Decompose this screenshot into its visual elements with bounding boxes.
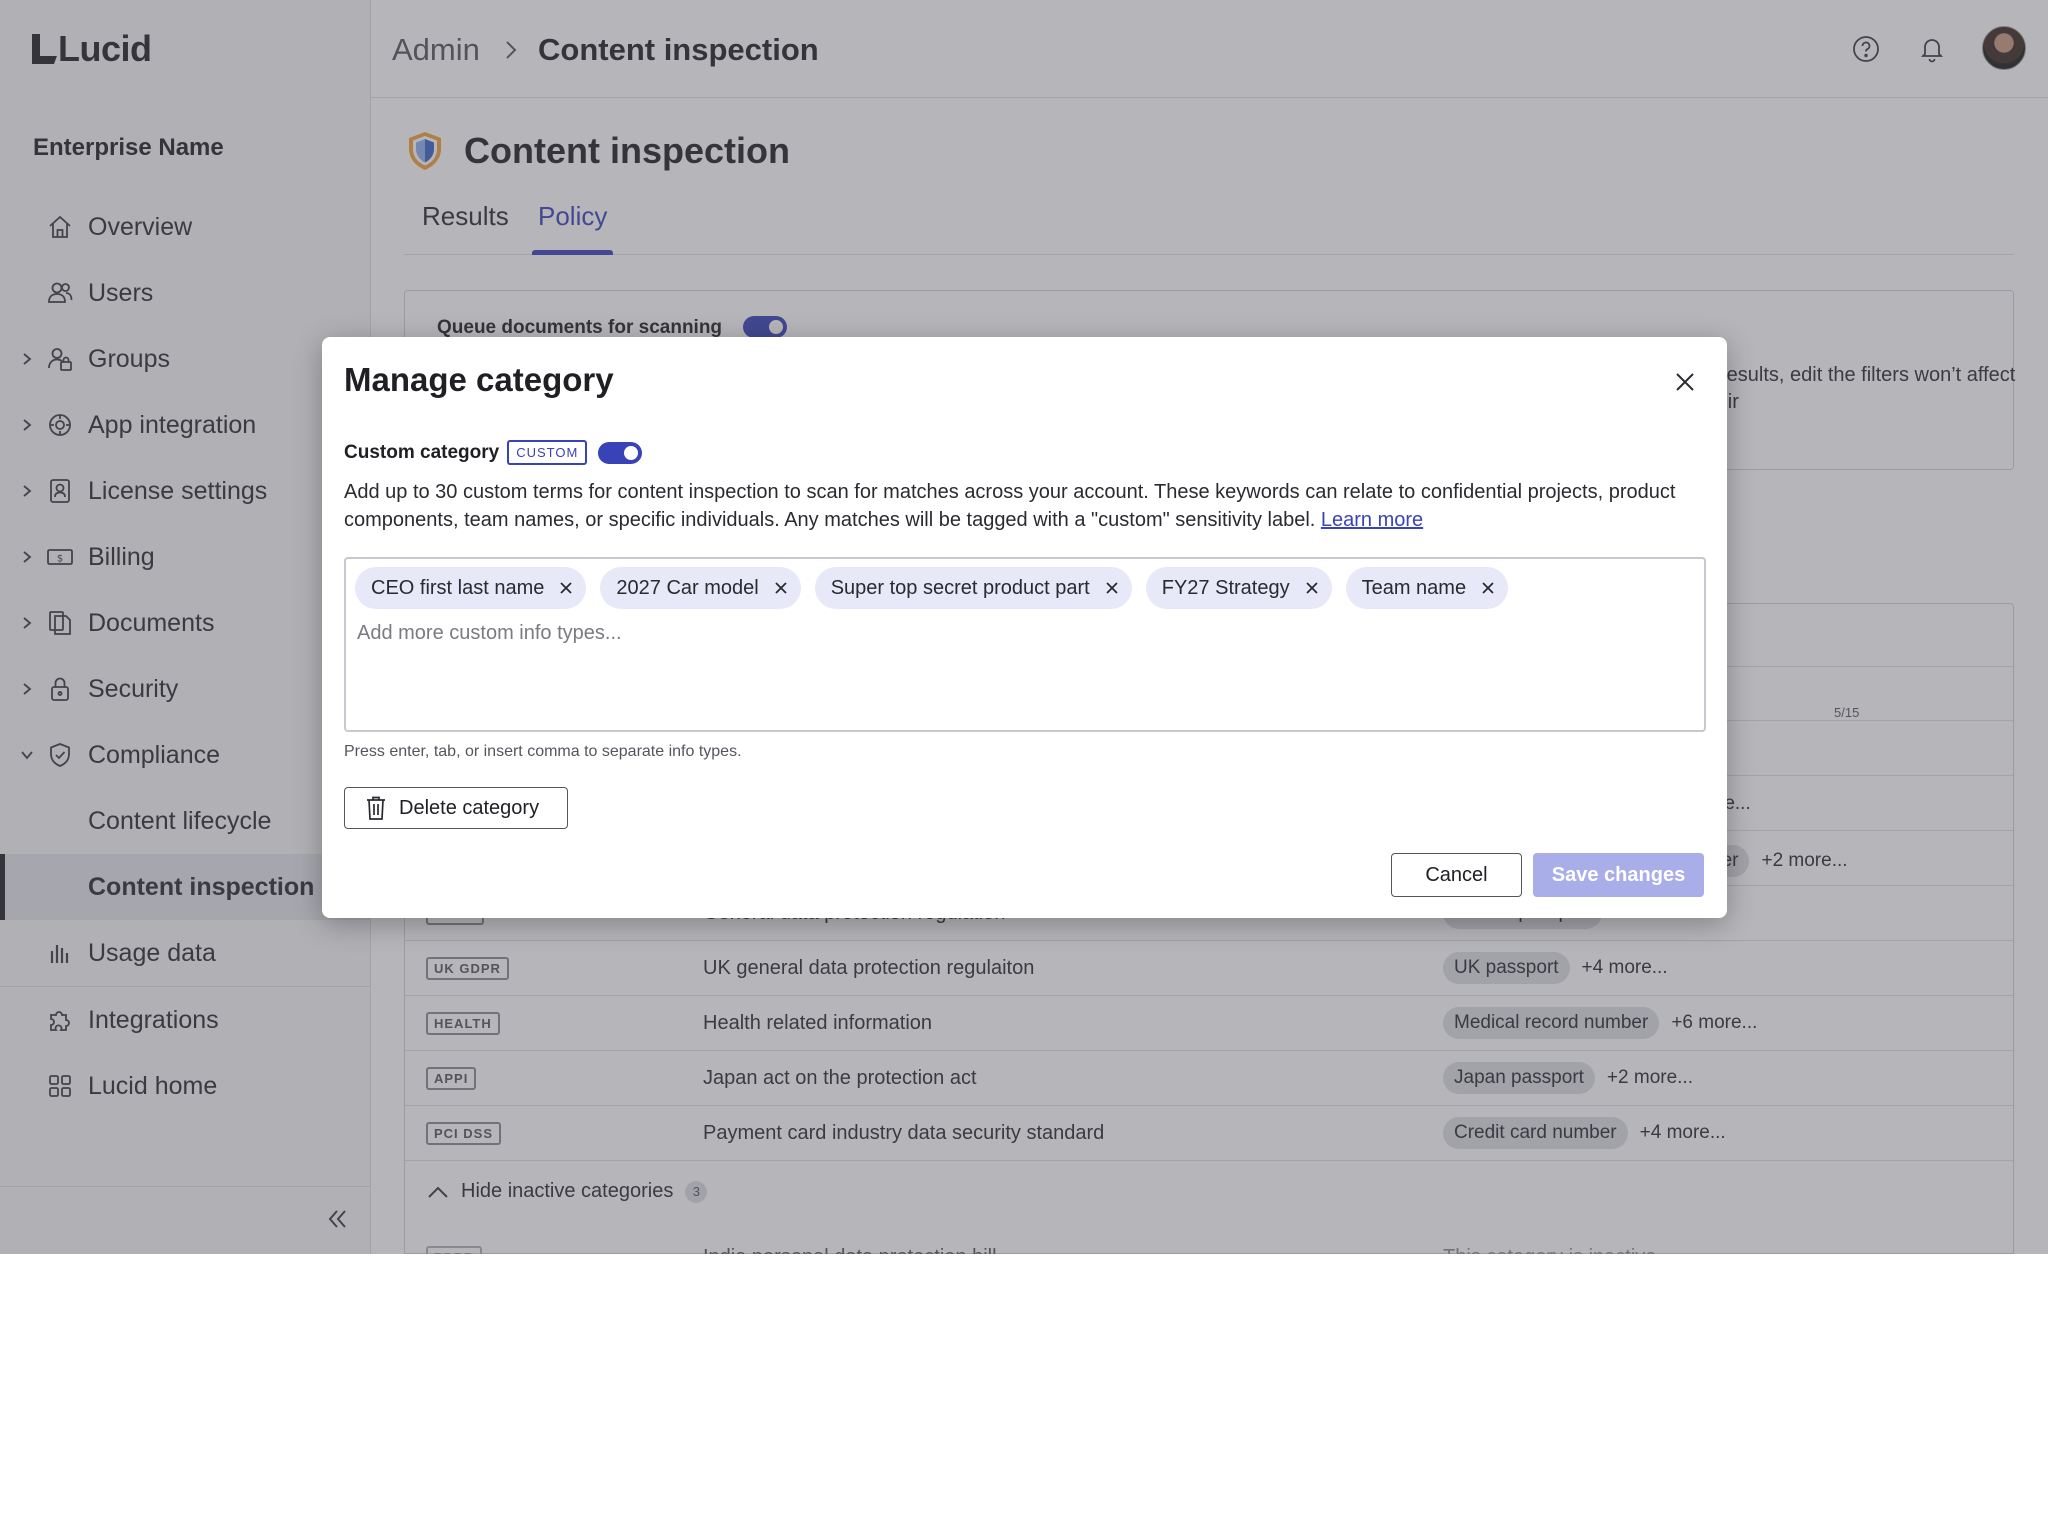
cancel-button[interactable]: Cancel [1391, 853, 1522, 897]
manage-category-modal: Manage category Custom category CUSTOM A… [322, 337, 1727, 918]
remove-term-icon[interactable] [558, 580, 574, 596]
custom-badge: CUSTOM [507, 440, 588, 465]
close-icon[interactable] [1672, 369, 1698, 395]
remove-term-icon[interactable] [1480, 580, 1496, 596]
term-chip: 2027 Car model [600, 567, 801, 609]
learn-more-link[interactable]: Learn more [1321, 509, 1423, 531]
description-text: Add up to 30 custom terms for content in… [344, 481, 1676, 531]
input-hint: Press enter, tab, or insert comma to sep… [344, 743, 742, 760]
term-chip-label: CEO first last name [371, 576, 545, 599]
term-chip: FY27 Strategy [1145, 567, 1332, 609]
remove-term-icon[interactable] [1104, 580, 1120, 596]
trash-icon [367, 796, 385, 820]
add-term-input[interactable] [355, 619, 1355, 648]
app-root: Lucid Enterprise Name Overview Users Gro… [0, 0, 2048, 1254]
save-changes-button[interactable]: Save changes [1533, 853, 1704, 897]
delete-category-label: Delete category [399, 796, 540, 819]
term-chip-label: FY27 Strategy [1161, 576, 1290, 599]
remove-term-icon[interactable] [1304, 580, 1320, 596]
custom-terms-field[interactable]: CEO first last name 2027 Car model Super… [344, 557, 1706, 732]
custom-category-row: Custom category CUSTOM [344, 440, 643, 465]
term-chip-label: 2027 Car model [616, 576, 759, 599]
term-chip: Super top secret product part [814, 567, 1132, 609]
custom-category-toggle[interactable] [598, 441, 643, 464]
modal-title: Manage category [344, 361, 614, 398]
delete-category-button[interactable]: Delete category [344, 787, 568, 829]
term-chip-label: Super top secret product part [830, 576, 1090, 599]
remove-term-icon[interactable] [773, 580, 789, 596]
custom-terms-chips: CEO first last name 2027 Car model Super… [355, 567, 1509, 609]
term-chip-label: Team name [1361, 576, 1467, 599]
term-chip: Team name [1345, 567, 1509, 609]
custom-category-description: Add up to 30 custom terms for content in… [344, 478, 1714, 534]
custom-category-label: Custom category [344, 441, 500, 463]
term-chip: CEO first last name [355, 567, 587, 609]
